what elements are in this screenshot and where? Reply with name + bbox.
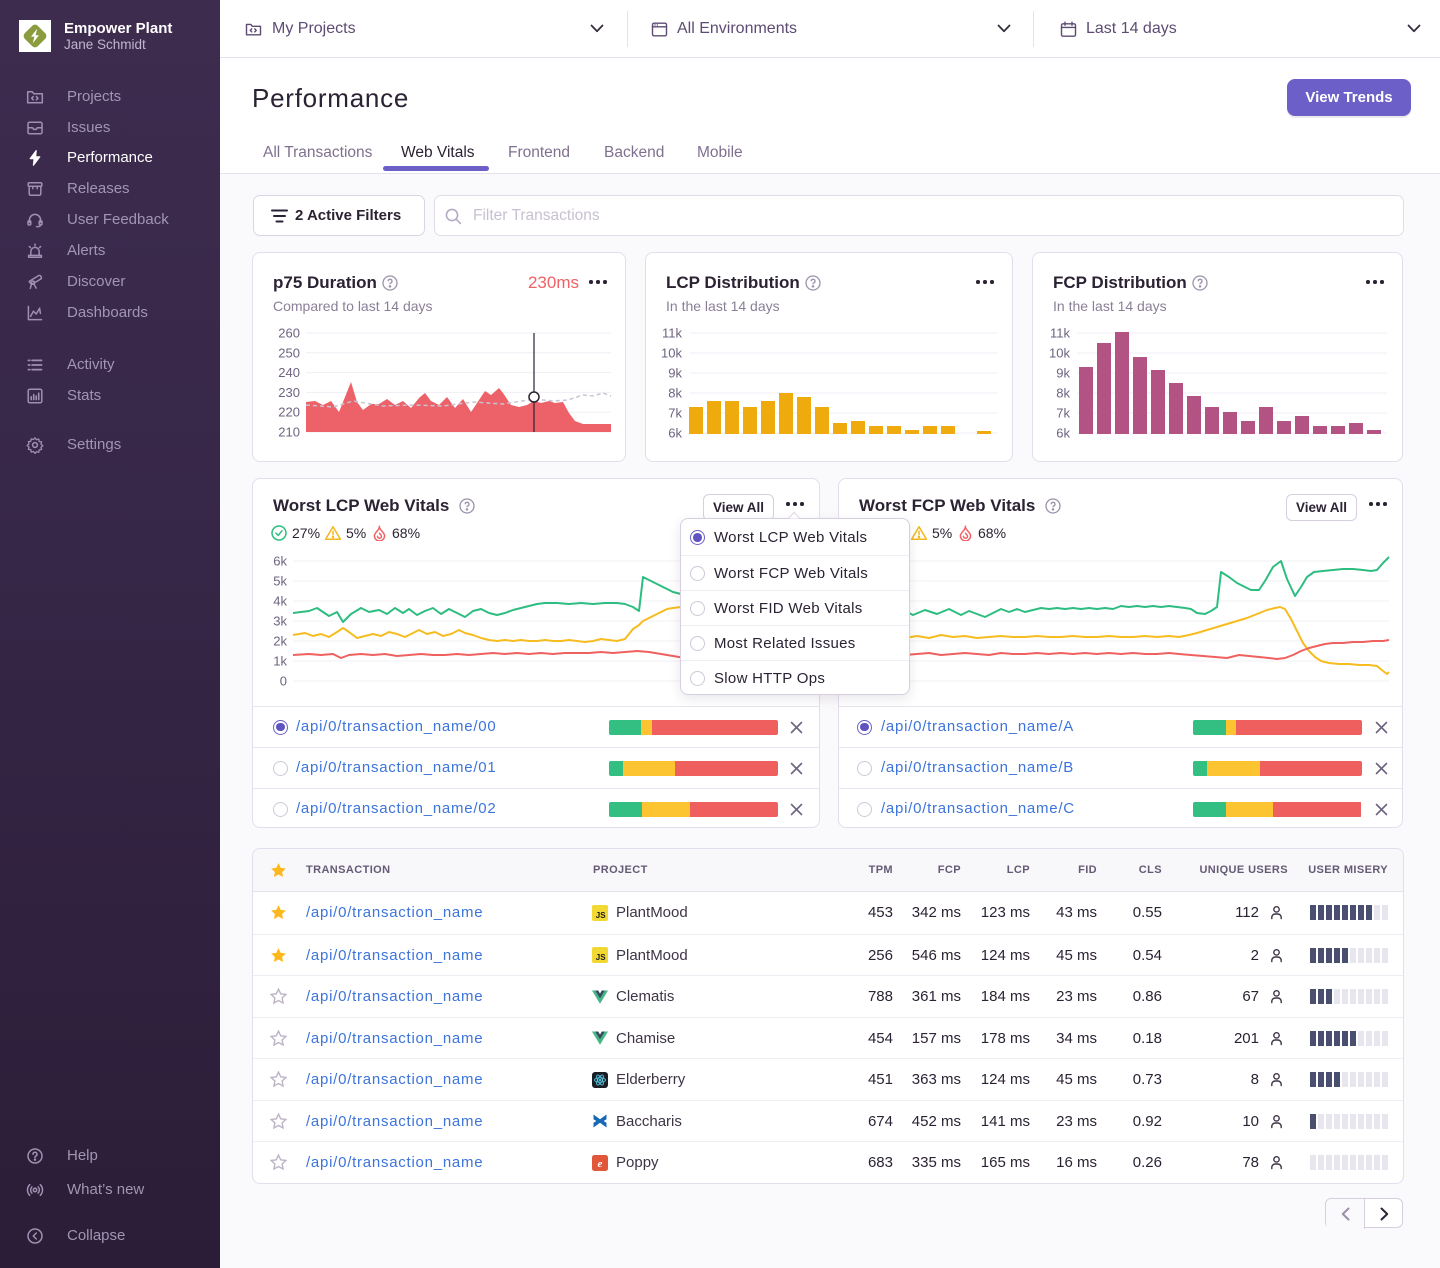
- svg-text:4k: 4k: [273, 594, 287, 609]
- svg-text:2k: 2k: [273, 634, 287, 649]
- svg-text:9k: 9k: [1056, 366, 1070, 381]
- svg-text:9k: 9k: [668, 366, 682, 381]
- svg-text:240: 240: [278, 365, 300, 380]
- svg-text:1k: 1k: [273, 654, 287, 669]
- svg-text:6k: 6k: [668, 426, 682, 441]
- svg-text:260: 260: [278, 326, 300, 341]
- svg-text:6k: 6k: [273, 554, 287, 569]
- svg-text:10k: 10k: [661, 346, 682, 361]
- svg-text:11k: 11k: [1050, 326, 1070, 341]
- svg-text:250: 250: [278, 345, 300, 360]
- svg-text:11k: 11k: [662, 326, 682, 341]
- svg-text:210: 210: [278, 425, 300, 440]
- svg-text:220: 220: [278, 405, 300, 420]
- svg-text:JS: JS: [596, 911, 606, 920]
- svg-text:0: 0: [280, 674, 287, 689]
- svg-text:7k: 7k: [1056, 406, 1070, 421]
- svg-text:8k: 8k: [668, 386, 682, 401]
- svg-text:230: 230: [278, 385, 300, 400]
- svg-text:5k: 5k: [273, 574, 287, 589]
- svg-text:10k: 10k: [1049, 346, 1070, 361]
- svg-text:7k: 7k: [668, 406, 682, 421]
- svg-text:3k: 3k: [273, 614, 287, 629]
- svg-text:8k: 8k: [1056, 386, 1070, 401]
- svg-text:JS: JS: [596, 953, 606, 962]
- svg-text:e: e: [598, 1158, 603, 1170]
- svg-text:6k: 6k: [1056, 426, 1070, 441]
